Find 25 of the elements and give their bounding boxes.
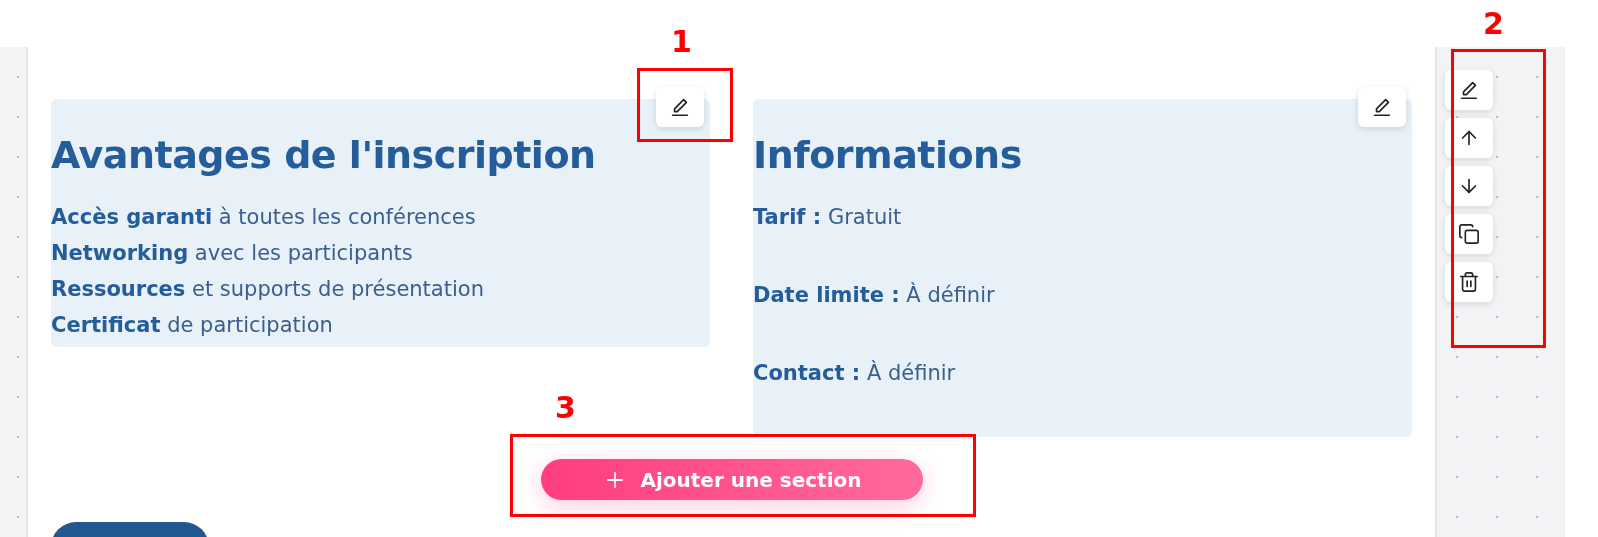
benefit-line: Certificat de participation <box>51 312 334 339</box>
trash-icon <box>1458 271 1480 293</box>
annotation-number: 3 <box>555 392 576 424</box>
edit-button[interactable] <box>1445 70 1493 110</box>
info-line: Date limite : À définir <box>753 281 996 309</box>
pencil-icon <box>669 96 691 118</box>
copy-icon <box>1458 223 1480 245</box>
annotation-number: 2 <box>1483 8 1504 40</box>
move-down-button[interactable] <box>1445 166 1493 206</box>
duplicate-button[interactable] <box>1445 214 1493 254</box>
info-line: Tarif : Gratuit <box>753 204 903 231</box>
edit-button[interactable] <box>1358 87 1406 127</box>
pencil-icon <box>1371 96 1393 118</box>
annotation-number: 1 <box>671 26 692 58</box>
move-up-button[interactable] <box>1445 118 1493 158</box>
benefit-line: Accès garanti à toutes les conférences <box>51 204 477 231</box>
benefit-line: Ressources et supports de présentation <box>51 276 485 303</box>
section-title: Avantages de l'inscription <box>51 132 597 179</box>
edit-button[interactable] <box>656 87 704 127</box>
info-line: Contact : À définir <box>753 359 957 387</box>
add-section-button[interactable]: Ajouter une section <box>541 459 923 500</box>
section-title: Informations <box>753 132 1023 179</box>
delete-button[interactable] <box>1445 262 1493 302</box>
pencil-icon <box>1458 79 1480 101</box>
benefit-line: Networking avec les participants <box>51 240 414 267</box>
